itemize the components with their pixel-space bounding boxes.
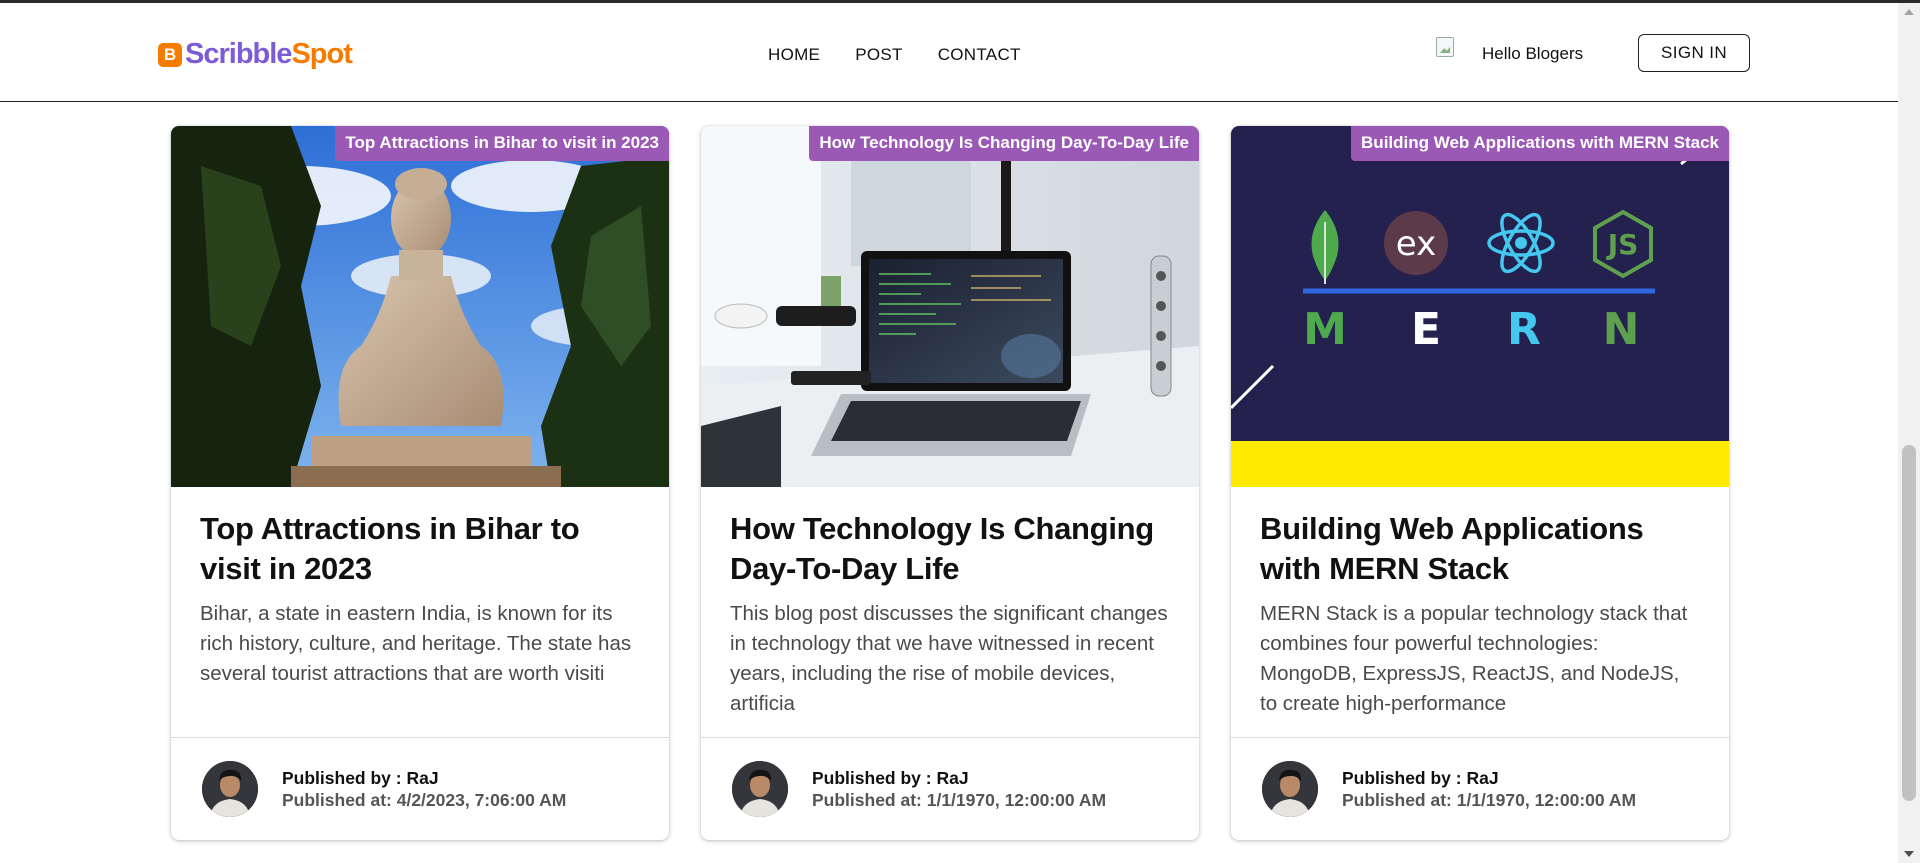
post-excerpt: This blog post discusses the significant… xyxy=(730,602,1168,715)
nav-home-link[interactable]: HOME xyxy=(768,45,820,65)
nav-contact-link[interactable]: CONTACT xyxy=(938,45,1021,65)
post-cover-image: ex JS M E R N Building Web Applications … xyxy=(1231,126,1729,487)
post-card[interactable]: How Technology Is Changing Day-To-Day Li… xyxy=(701,126,1199,840)
post-cover-image: How Technology Is Changing Day-To-Day Li… xyxy=(701,126,1199,487)
post-list: Top Attractions in Bihar to visit in 202… xyxy=(171,126,1729,840)
blogger-icon: B xyxy=(158,42,182,67)
main-nav: HOME POST CONTACT xyxy=(768,45,1021,65)
published-by: Published by : RaJ xyxy=(282,768,439,788)
author-avatar xyxy=(202,761,258,817)
author-info: Published by : RaJ Published at: 4/2/202… xyxy=(282,767,566,811)
author-avatar xyxy=(732,761,788,817)
logo-text-part1: Scribble xyxy=(185,38,292,70)
broken-image-icon xyxy=(1434,35,1468,73)
ex-badge: ex xyxy=(1396,224,1436,264)
greeting-text: Hello Blogers xyxy=(1482,44,1584,63)
post-category-tag: Building Web Applications with MERN Stac… xyxy=(1351,126,1729,161)
author-info: Published by : RaJ Published at: 1/1/197… xyxy=(1342,767,1636,811)
mern-letter-m: M xyxy=(1303,304,1347,355)
nav-post-link[interactable]: POST xyxy=(855,45,903,65)
buddha-statue-photo xyxy=(171,126,669,487)
post-author-footer: Published by : RaJ Published at: 1/1/197… xyxy=(1231,737,1729,840)
published-by: Published by : RaJ xyxy=(812,768,969,788)
mern-stack-graphic: ex JS M E R N xyxy=(1231,126,1729,487)
post-card-body: Top Attractions in Bihar to visit in 202… xyxy=(171,487,669,737)
post-title[interactable]: Building Web Applications with MERN Stac… xyxy=(1260,509,1700,589)
scrollbar-thumb[interactable] xyxy=(1902,445,1916,801)
published-at: Published at: 1/1/1970, 12:00:00 AM xyxy=(812,790,1107,810)
scroll-down-arrow-icon[interactable] xyxy=(1904,851,1914,857)
user-greeting: Hello Blogers xyxy=(1434,35,1583,73)
published-at: Published at: 4/2/2023, 7:06:00 AM xyxy=(282,790,567,810)
js-badge: JS xyxy=(1606,228,1639,261)
post-title[interactable]: Top Attractions in Bihar to visit in 202… xyxy=(200,509,640,589)
post-cover-image: Top Attractions in Bihar to visit in 202… xyxy=(171,126,669,487)
post-title[interactable]: How Technology Is Changing Day-To-Day Li… xyxy=(730,509,1170,589)
post-excerpt: Bihar, a state in eastern India, is know… xyxy=(200,602,632,685)
post-author-footer: Published by : RaJ Published at: 4/2/202… xyxy=(171,737,669,840)
post-author-footer: Published by : RaJ Published at: 1/1/197… xyxy=(701,737,1199,840)
sign-in-button[interactable]: SIGN IN xyxy=(1638,34,1750,72)
post-category-tag: How Technology Is Changing Day-To-Day Li… xyxy=(809,126,1199,161)
published-at: Published at: 1/1/1970, 12:00:00 AM xyxy=(1342,790,1637,810)
author-avatar xyxy=(1262,761,1318,817)
laptop-desk-photo xyxy=(701,126,1199,487)
mern-letter-e: E xyxy=(1411,304,1441,355)
logo-text-part2: Spot xyxy=(291,38,352,70)
page-scrollbar[interactable] xyxy=(1898,3,1920,863)
author-info: Published by : RaJ Published at: 1/1/197… xyxy=(812,767,1106,811)
post-excerpt: MERN Stack is a popular technology stack… xyxy=(1260,602,1688,715)
logo-text: ScribbleSpot xyxy=(185,38,353,71)
post-category-tag: Top Attractions in Bihar to visit in 202… xyxy=(335,126,669,161)
published-by: Published by : RaJ xyxy=(1342,768,1499,788)
mern-letter-n: N xyxy=(1603,304,1640,355)
post-card-body: How Technology Is Changing Day-To-Day Li… xyxy=(701,487,1199,737)
post-card[interactable]: Top Attractions in Bihar to visit in 202… xyxy=(171,126,669,840)
mern-letter-r: R xyxy=(1507,304,1541,355)
site-header: B ScribbleSpot HOME POST CONTACT Hello B… xyxy=(0,3,1898,102)
post-card[interactable]: ex JS M E R N Building Web Applications … xyxy=(1231,126,1729,840)
site-logo[interactable]: B ScribbleSpot xyxy=(158,38,353,71)
post-card-body: Building Web Applications with MERN Stac… xyxy=(1231,487,1729,737)
scroll-up-arrow-icon[interactable] xyxy=(1904,9,1914,15)
